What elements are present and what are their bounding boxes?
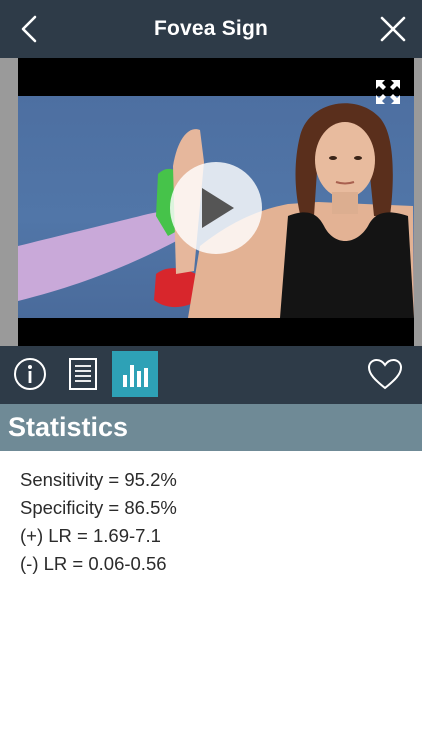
close-button[interactable]: [374, 10, 412, 48]
top-bar: Fovea Sign: [0, 0, 422, 58]
tab-document[interactable]: [60, 351, 106, 397]
fullscreen-button[interactable]: [374, 78, 402, 106]
tab-statistics[interactable]: [112, 351, 158, 397]
specificity-value: Specificity = 86.5%: [20, 497, 177, 518]
fullscreen-icon: [376, 80, 400, 104]
play-button[interactable]: [170, 162, 262, 254]
page-title: Fovea Sign: [153, 17, 269, 40]
video-player[interactable]: [18, 58, 414, 346]
info-icon: [14, 358, 46, 390]
document-list-icon: [69, 358, 97, 390]
chevron-left-icon: [21, 15, 37, 43]
back-button[interactable]: [10, 10, 48, 48]
sensitivity-value: Sensitivity = 95.2%: [20, 469, 177, 490]
section-title: Statistics: [8, 412, 129, 442]
favorite-button[interactable]: [362, 351, 408, 397]
toolbar: [0, 346, 422, 404]
positive-lr-value: (+) LR = 1.69-7.1: [20, 525, 161, 546]
screen: Fovea Sign Statistics Sensitivity = 95.2…: [0, 0, 422, 750]
tab-info[interactable]: [7, 351, 53, 397]
bar-chart-icon: [123, 365, 148, 387]
negative-lr-value: (-) LR = 0.06-0.56: [20, 553, 167, 574]
section-header: Statistics: [0, 404, 422, 451]
close-icon: [380, 16, 406, 42]
heart-icon: [367, 358, 403, 390]
statistics-list: Sensitivity = 95.2% Specificity = 86.5% …: [20, 466, 400, 578]
video-container: [0, 58, 422, 346]
play-icon: [202, 188, 234, 228]
